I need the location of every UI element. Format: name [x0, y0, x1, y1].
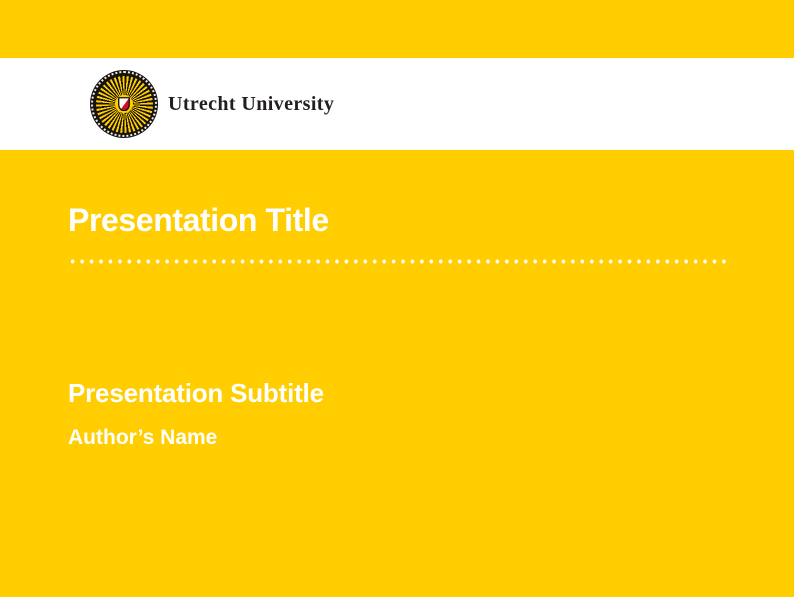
logo-core: [115, 95, 133, 113]
dotted-divider: [68, 259, 728, 264]
presentation-subtitle: Presentation Subtitle: [68, 379, 324, 408]
university-wordmark: Utrecht University: [168, 93, 334, 116]
title-slide: Utrecht University Presentation Title Pr…: [0, 0, 794, 597]
utrecht-university-sun-logo-icon: [90, 70, 158, 138]
author-name: Author’s Name: [68, 426, 217, 449]
logo-band: Utrecht University: [0, 58, 794, 150]
presentation-title: Presentation Title: [68, 203, 329, 238]
top-yellow-band: [0, 0, 794, 58]
utrecht-shield-icon: [118, 97, 130, 112]
